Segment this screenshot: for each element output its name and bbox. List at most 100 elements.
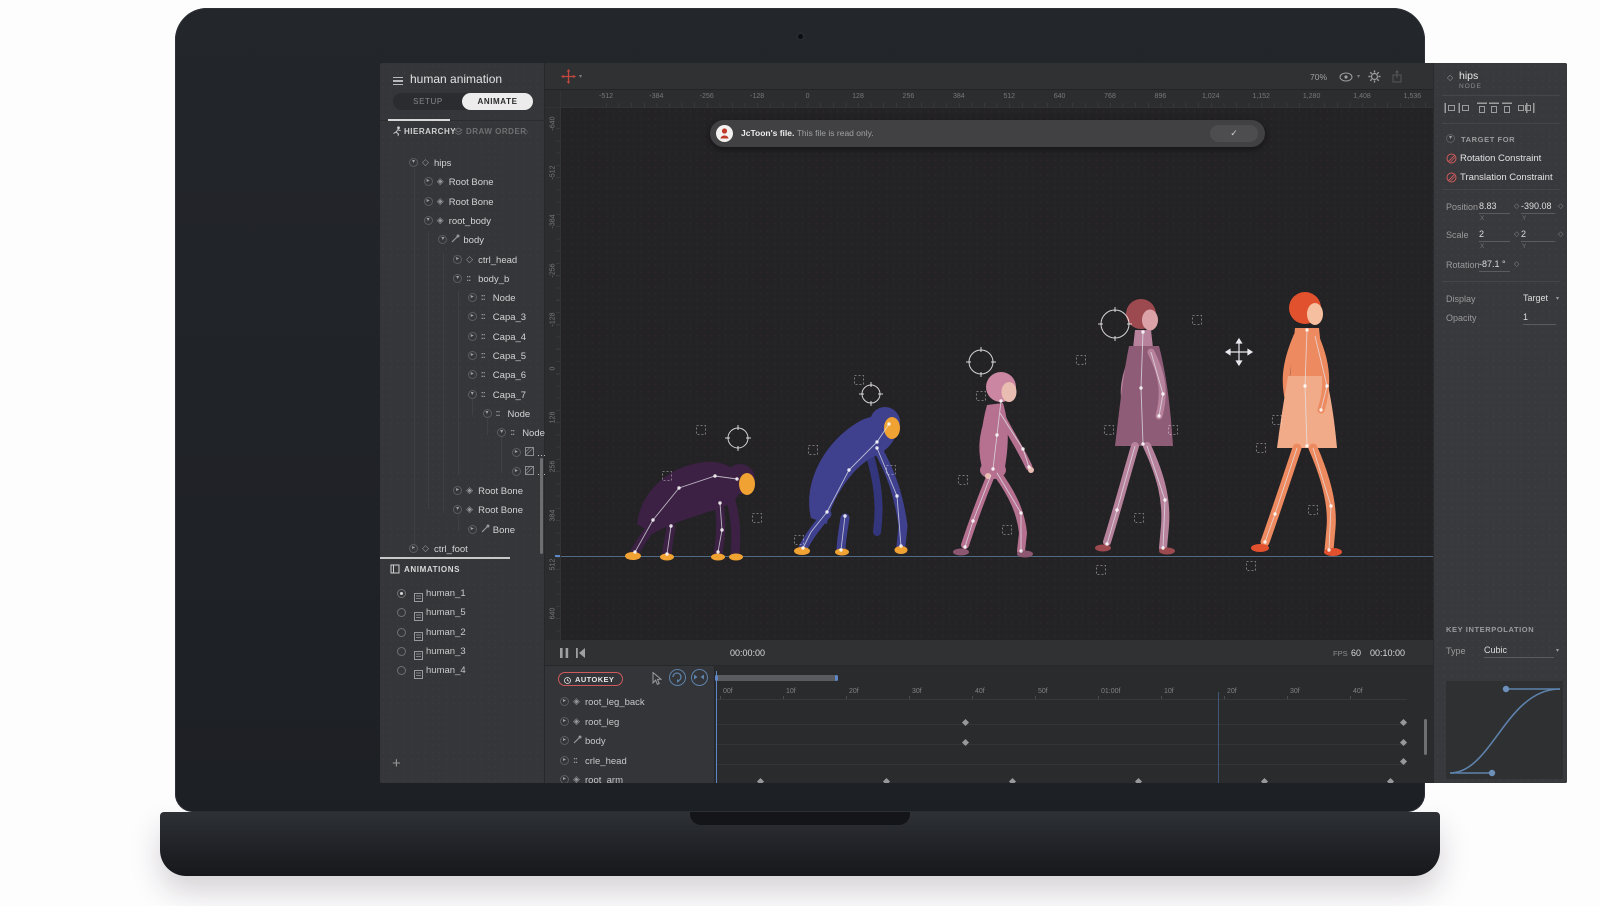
row-chevron-icon[interactable]: ▸ — [560, 736, 569, 745]
animation-item-human_5[interactable]: human_5 — [380, 604, 545, 623]
menu-icon[interactable] — [393, 75, 403, 87]
animation-item-human_3[interactable]: human_3 — [380, 643, 545, 662]
selection-handle[interactable] — [1105, 426, 1114, 435]
tree-chevron-icon[interactable]: ▸ — [468, 293, 477, 302]
fps-value[interactable]: 60 — [1351, 648, 1361, 658]
tree-chevron-icon[interactable]: ▸ — [468, 332, 477, 341]
animation-radio[interactable] — [397, 589, 406, 598]
tree-item-bone[interactable]: ▸Bone — [380, 521, 545, 540]
constraint-rotation-constraint[interactable]: Rotation Constraint — [1434, 151, 1567, 169]
work-area-marker[interactable] — [1218, 692, 1219, 783]
display-select[interactable]: Target — [1523, 293, 1553, 305]
selection-handle[interactable] — [1097, 566, 1106, 575]
export-icon[interactable] — [1391, 70, 1403, 83]
display-caret[interactable]: ▾ — [1556, 295, 1559, 302]
rotation-gizmo[interactable] — [1098, 307, 1132, 341]
interpolation-type-select[interactable]: Cubic — [1484, 645, 1554, 658]
tree-chevron-icon[interactable]: ▸ — [453, 255, 462, 264]
rotation-gizmo[interactable] — [966, 347, 996, 377]
tree-item-capa-7[interactable]: ▾::Capa_7 — [380, 386, 545, 405]
tree-item-root-body[interactable]: ▾◈root_body — [380, 212, 545, 231]
tree-chevron-icon[interactable]: ▾ — [453, 274, 462, 283]
translate-tool-icon[interactable] — [561, 69, 576, 84]
loop-button[interactable] — [669, 669, 686, 686]
selection-handle[interactable] — [697, 426, 706, 435]
tree-vscrollbar[interactable] — [540, 458, 543, 554]
row-chevron-icon[interactable]: ▸ — [560, 717, 569, 726]
selection-handle[interactable] — [959, 476, 968, 485]
row-chevron-icon[interactable]: ▸ — [560, 697, 569, 706]
tree-chevron-icon[interactable]: ▸ — [424, 197, 433, 206]
tree-item-root-bone[interactable]: ▸◈Root Bone — [380, 482, 545, 501]
interpolation-caret[interactable]: ▾ — [1556, 647, 1559, 654]
opacity-field[interactable]: 1 — [1523, 312, 1556, 325]
tab-hierarchy[interactable]: HIERARCHY — [404, 127, 456, 136]
tree-item-node[interactable]: ▸::Node — [380, 289, 545, 308]
animation-radio[interactable] — [397, 647, 406, 656]
selection-handle[interactable] — [1169, 426, 1178, 435]
tab-draw-order[interactable]: DRAW ORDER — [466, 127, 527, 136]
toast-confirm-button[interactable]: ✓ — [1210, 125, 1258, 142]
tree-chevron-icon[interactable]: ▾ — [424, 216, 433, 225]
tree-item--[interactable]: ▸… — [380, 463, 545, 482]
tree-chevron-icon[interactable]: ▾ — [497, 428, 506, 437]
tree-item-root-bone[interactable]: ▾◈Root Bone — [380, 501, 545, 520]
target-for-chevron[interactable]: ▾ — [1446, 134, 1455, 143]
tree-chevron-icon[interactable]: ▸ — [468, 525, 477, 534]
tree-chevron-icon[interactable]: ▸ — [512, 448, 521, 457]
tree-item-capa-5[interactable]: ▸::Capa_5 — [380, 347, 545, 366]
tree-item-capa-3[interactable]: ▸::Capa_3 — [380, 308, 545, 327]
row-chevron-icon[interactable]: ▸ — [560, 775, 569, 783]
animation-radio[interactable] — [397, 666, 406, 675]
rotation-gizmo[interactable] — [725, 425, 751, 451]
selection-handle[interactable] — [1257, 444, 1266, 453]
selection-handle[interactable] — [753, 514, 762, 523]
tree-item--[interactable]: ▸… — [380, 444, 545, 463]
selection-handle[interactable] — [977, 392, 986, 401]
timeline-row-root_arm[interactable]: ▸◈root_arm — [545, 771, 715, 783]
tree-hscrollbar[interactable] — [380, 557, 510, 559]
selection-handle[interactable] — [795, 536, 804, 545]
align-icon-4[interactable] — [1488, 102, 1500, 114]
stage-canvas[interactable]: JcToon's file. This file is read only. ✓ — [561, 108, 1433, 640]
timeline-range-scrollbar[interactable] — [715, 675, 838, 681]
autokey-toggle[interactable]: AUTOKEY — [558, 672, 623, 686]
tree-chevron-icon[interactable]: ▾ — [438, 235, 447, 244]
scale-y-field[interactable]: 2 — [1521, 229, 1555, 242]
constraint-translation-constraint[interactable]: Translation Constraint — [1434, 170, 1567, 188]
selection-handle[interactable] — [809, 446, 818, 455]
align-icon-5[interactable] — [1501, 102, 1513, 114]
timeline-vscrollbar[interactable] — [1424, 719, 1427, 755]
tree-item-node[interactable]: ▾::Node — [380, 424, 545, 443]
tree-chevron-icon[interactable]: ▸ — [468, 370, 477, 379]
selection-handle[interactable] — [1003, 526, 1012, 535]
tree-chevron-icon[interactable]: ▸ — [453, 486, 462, 495]
tree-item-body[interactable]: ▾body — [380, 231, 545, 250]
animation-item-human_1[interactable]: human_1 — [380, 585, 545, 604]
skip-to-start-button[interactable] — [576, 648, 586, 658]
tree-chevron-icon[interactable]: ▸ — [512, 467, 521, 476]
selection-handle[interactable] — [855, 376, 864, 385]
cursor-tool-icon[interactable] — [651, 672, 662, 685]
selection-handle[interactable] — [1193, 316, 1202, 325]
timeline-track-area[interactable]: 00f10f20f30f40f50f01:00f10f20f30f40f — [715, 666, 1433, 783]
rotation-field[interactable]: -87.1 ° — [1479, 259, 1510, 272]
fit-keys-button[interactable] — [691, 669, 708, 686]
align-icon-2[interactable] — [1458, 102, 1470, 114]
selection-handle[interactable] — [1273, 416, 1282, 425]
tree-item-node[interactable]: ▾::Node — [380, 405, 545, 424]
tool-dropdown-caret[interactable]: ▾ — [579, 73, 582, 80]
position-y-field[interactable]: -390.08 — [1521, 201, 1555, 214]
timeline-row-root_leg[interactable]: ▸◈root_leg — [545, 713, 715, 732]
timeline-row-root_leg_back[interactable]: ▸◈root_leg_back — [545, 693, 715, 712]
playhead[interactable] — [716, 671, 717, 783]
zoom-level[interactable]: 70% — [1310, 72, 1327, 82]
selection-handle[interactable] — [1077, 356, 1086, 365]
animation-item-human_4[interactable]: human_4 — [380, 662, 545, 681]
tree-chevron-icon[interactable]: ▾ — [468, 390, 477, 399]
tree-item-root-bone[interactable]: ▸◈Root Bone — [380, 193, 545, 212]
tree-item-body-b[interactable]: ▾::body_b — [380, 270, 545, 289]
selection-handle[interactable] — [663, 472, 672, 481]
tree-chevron-icon[interactable]: ▾ — [409, 158, 418, 167]
tree-chevron-icon[interactable]: ▸ — [424, 177, 433, 186]
